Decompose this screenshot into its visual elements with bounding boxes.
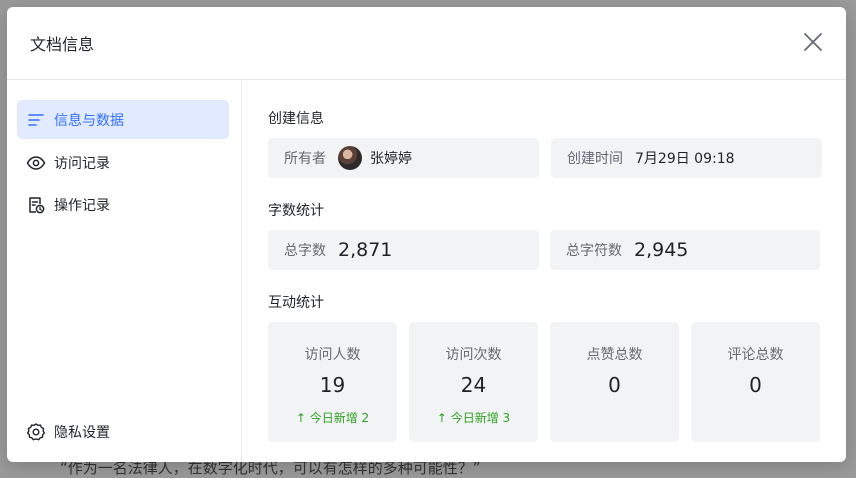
stat-value: 0 <box>608 373 621 397</box>
stat-label: 访问次数 <box>445 347 502 363</box>
sidebar-item-operation-log[interactable]: 操作记录 <box>17 185 229 224</box>
owner-label: 所有者 <box>284 151 326 167</box>
word-count-value: 2,871 <box>338 239 393 261</box>
section-title-wordcount: 字数统计 <box>268 203 324 219</box>
document-info-dialog: 文档信息 信息与数据 访问记录 操作记录 隐私设置 创建信息 所有者 张婷婷 创… <box>7 7 846 462</box>
stat-delta-text: 今日新增 2 <box>309 411 370 425</box>
char-count-label: 总字符数 <box>566 243 622 259</box>
sidebar-item-privacy-settings[interactable]: 隐私设置 <box>17 412 229 451</box>
stat-label: 评论总数 <box>727 347 784 363</box>
info-content: 创建信息 所有者 张婷婷 创建时间 7月29日 09:18 字数统计 总字数 2… <box>242 80 846 462</box>
word-count-info: 总字数 2,871 <box>268 230 539 270</box>
created-time-label: 创建时间 <box>567 151 623 167</box>
stat-delta-text: 今日新增 3 <box>450 411 511 425</box>
stat-value: 19 <box>319 373 346 397</box>
list-lines-icon <box>26 110 46 130</box>
sidebar-item-label: 隐私设置 <box>54 424 110 441</box>
owner-name[interactable]: 张婷婷 <box>370 148 412 168</box>
avatar[interactable] <box>338 146 362 170</box>
sidebar-item-access-log[interactable]: 访问记录 <box>17 143 229 182</box>
arrow-up-icon: ↑ <box>295 411 306 425</box>
stat-label: 访问人数 <box>304 347 361 363</box>
stat-delta: ↑ 今日新增 2 <box>268 409 397 426</box>
owner-info: 所有者 张婷婷 <box>268 138 539 178</box>
stat-value: 24 <box>460 373 487 397</box>
stat-label: 点赞总数 <box>586 347 643 363</box>
stat-card-visits: 访问次数 24 ↑ 今日新增 3 <box>409 322 538 442</box>
stat-card-visitors: 访问人数 19 ↑ 今日新增 2 <box>268 322 397 442</box>
sidebar-item-info-data[interactable]: 信息与数据 <box>17 100 229 139</box>
word-count-label: 总字数 <box>284 243 326 259</box>
doc-clock-icon <box>26 195 46 215</box>
gear-icon <box>26 422 46 442</box>
stat-card-likes: 点赞总数 0 <box>550 322 679 442</box>
close-button[interactable] <box>802 31 824 53</box>
dialog-header: 文档信息 <box>7 7 846 80</box>
section-title-interaction: 互动统计 <box>268 295 324 311</box>
arrow-up-icon: ↑ <box>436 411 447 425</box>
sidebar-item-label: 操作记录 <box>54 197 110 214</box>
sidebar: 信息与数据 访问记录 操作记录 隐私设置 <box>7 80 242 462</box>
section-title-creation: 创建信息 <box>268 111 324 127</box>
created-time-value: 7月29日 09:18 <box>635 151 735 167</box>
char-count-info: 总字符数 2,945 <box>550 230 820 270</box>
char-count-value: 2,945 <box>634 239 689 261</box>
sidebar-item-label: 信息与数据 <box>54 112 124 129</box>
stat-value: 0 <box>749 373 762 397</box>
created-time-info: 创建时间 7月29日 09:18 <box>551 138 822 178</box>
dialog-title: 文档信息 <box>30 35 95 54</box>
stat-card-comments: 评论总数 0 <box>691 322 820 442</box>
stat-delta: ↑ 今日新增 3 <box>409 409 538 426</box>
close-icon <box>804 33 822 51</box>
sidebar-item-label: 访问记录 <box>54 155 110 172</box>
eye-icon <box>26 153 46 173</box>
